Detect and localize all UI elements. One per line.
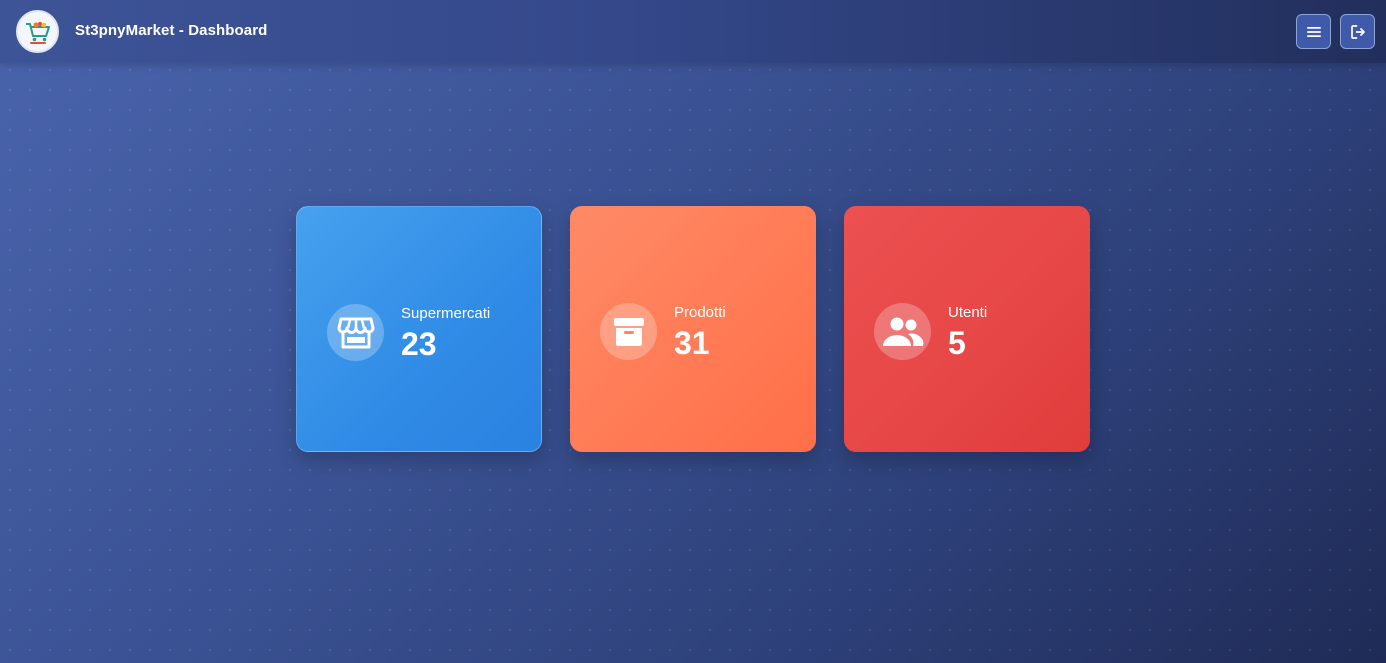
stat-value: 23 [401,326,437,362]
store-icon [327,304,384,361]
stat-card-supermercati[interactable]: Supermercati 23 [296,206,542,452]
stat-label: Utenti [948,304,988,321]
stat-label: Supermercati [401,305,491,322]
logout-icon [1350,24,1365,39]
top-navbar: St3pnyMarket - Dashboard [0,0,1386,63]
users-icon [874,303,931,360]
archive-box-icon [600,303,657,360]
stat-card-utenti[interactable]: Utenti 5 [844,206,1090,452]
stat-value: 5 [948,325,966,361]
menu-button[interactable] [1296,14,1331,49]
shopping-cart-logo-icon[interactable] [16,10,59,53]
hamburger-menu-icon [1306,26,1321,37]
app-title: St3pnyMarket - Dashboard [75,22,268,39]
stat-label: Prodotti [674,304,726,321]
stat-card-prodotti[interactable]: Prodotti 31 [570,206,816,452]
logout-button[interactable] [1340,14,1375,49]
stat-value: 31 [674,325,710,361]
